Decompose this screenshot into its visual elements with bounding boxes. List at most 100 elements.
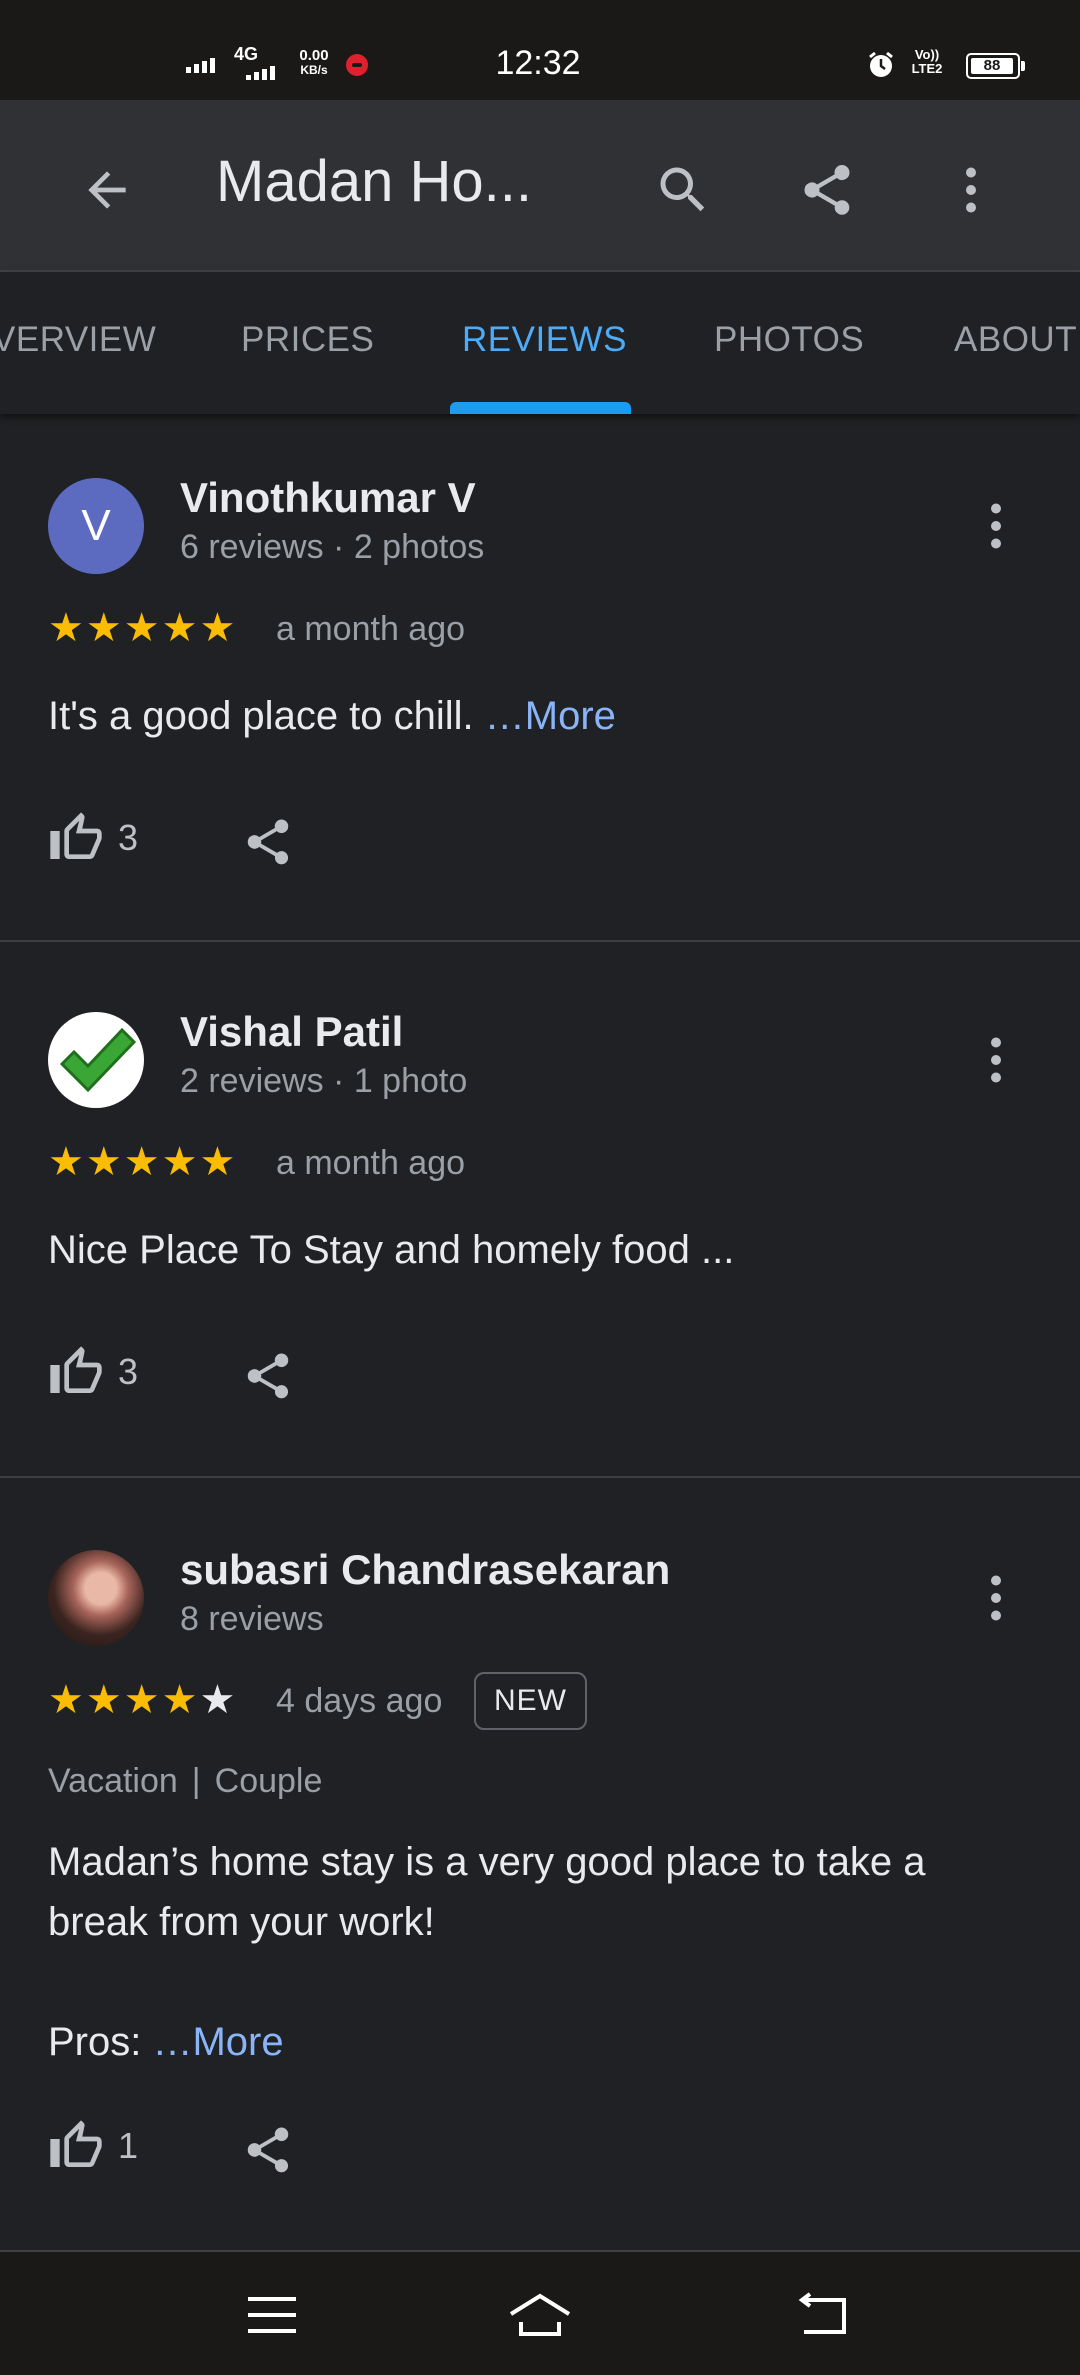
reviewer-meta: 8 reviews — [180, 1600, 324, 1638]
recents-button[interactable] — [232, 2280, 312, 2350]
star-icon: ★ — [48, 606, 84, 650]
trip-separator: | — [191, 1762, 201, 1800]
like-count: 3 — [118, 1351, 139, 1392]
share-icon — [247, 2127, 289, 2173]
menu-icon — [248, 2297, 296, 2333]
star-icon: ★ — [123, 606, 160, 650]
read-more-link[interactable]: …More — [485, 694, 616, 738]
volte-line1: Vo)) — [914, 47, 940, 62]
back-button[interactable] — [62, 145, 152, 235]
review-card: Vishal Patil 2 reviews · 1 photo ★ ★ ★ ★… — [0, 942, 1080, 1478]
thumbs-up-icon — [50, 812, 102, 859]
star-icon: ★ — [48, 1140, 84, 1184]
tab-bar: VERVIEW PRICES REVIEWS PHOTOS ABOUT — [0, 270, 1080, 414]
volte-indicator: Vo)) LTE2 — [906, 48, 948, 76]
search-icon — [660, 167, 705, 212]
back-icon — [798, 2292, 846, 2334]
network-type-label: 4G — [234, 44, 259, 64]
system-nav-bar — [0, 2250, 1080, 2375]
star-icon: ★ — [199, 606, 236, 650]
review-date: 4 days ago — [276, 1682, 443, 1720]
star-rating: ★ ★ ★ ★ ★ — [48, 1142, 235, 1182]
page-title: Madan Ho... — [216, 149, 532, 214]
thumbs-up-icon — [50, 1346, 102, 1393]
review-date: a month ago — [276, 610, 466, 648]
home-icon — [509, 2293, 571, 2336]
star-empty-icon: ★ — [199, 1678, 236, 1722]
share-button[interactable] — [782, 145, 872, 235]
avatar-letter: V — [81, 501, 111, 550]
mobile-data-icon: 4G — [232, 44, 282, 84]
share-review-button[interactable] — [238, 1346, 298, 1406]
more-options-button[interactable] — [926, 145, 1016, 235]
review-card: subasri Chandrasekaran 8 reviews ★ ★ ★ ★… — [0, 1478, 1080, 2250]
review-more-options-button[interactable] — [966, 1020, 1026, 1100]
reviewer-name[interactable]: Vinothkumar V — [180, 474, 476, 522]
tab-reviews[interactable]: REVIEWS — [462, 320, 627, 360]
tab-overview[interactable]: VERVIEW — [0, 320, 156, 360]
star-icon: ★ — [123, 1140, 160, 1184]
home-button[interactable] — [500, 2280, 580, 2350]
review-text-paragraph: Pros: …More — [48, 2012, 1008, 2072]
trip-company: Couple — [214, 1762, 323, 1800]
reviewer-meta: 6 reviews · 2 photos — [180, 528, 485, 566]
more-vert-icon — [966, 167, 976, 213]
read-more-link[interactable]: …More — [152, 2020, 283, 2064]
review-text: It's a good place to chill. …More — [48, 686, 1008, 746]
review-text: Madan’s home stay is a very good place t… — [48, 1832, 1008, 2072]
review-card: V Vinothkumar V 6 reviews · 2 photos ★ ★… — [0, 414, 1080, 942]
network-speed-unit: KB/s — [300, 63, 328, 77]
reviewer-meta: 2 reviews · 1 photo — [180, 1062, 468, 1100]
notification-icon — [346, 54, 368, 76]
like-button[interactable]: 3 — [48, 1344, 138, 1400]
more-vert-icon — [991, 503, 1001, 549]
reviewer-name[interactable]: subasri Chandrasekaran — [180, 1546, 670, 1594]
star-rating: ★ ★ ★ ★ ★ — [48, 608, 235, 648]
tab-photos[interactable]: PHOTOS — [714, 320, 864, 360]
share-icon — [804, 165, 850, 215]
star-icon: ★ — [85, 1140, 122, 1184]
arrow-left-icon — [88, 171, 126, 209]
star-icon: ★ — [48, 1678, 84, 1722]
reviewer-name[interactable]: Vishal Patil — [180, 1008, 403, 1056]
star-icon: ★ — [123, 1678, 160, 1722]
new-badge: NEW — [474, 1672, 587, 1730]
avatar[interactable]: V — [48, 478, 144, 574]
star-icon: ★ — [199, 1140, 236, 1184]
trip-type: Vacation — [48, 1762, 178, 1800]
avatar[interactable] — [48, 1012, 144, 1108]
like-button[interactable]: 1 — [48, 2118, 138, 2174]
share-review-button[interactable] — [238, 2120, 298, 2180]
star-rating: ★ ★ ★ ★ ★ — [48, 1680, 235, 1720]
tab-about[interactable]: ABOUT — [954, 320, 1077, 360]
star-icon: ★ — [161, 1140, 198, 1184]
back-nav-button[interactable] — [784, 2280, 864, 2350]
clock: 12:32 — [495, 44, 581, 82]
review-text-content: Pros: — [48, 2020, 153, 2064]
search-button[interactable] — [638, 145, 728, 235]
battery-level: 88 — [971, 58, 1013, 74]
star-icon: ★ — [161, 1678, 198, 1722]
signal-strength-icon — [186, 58, 215, 73]
review-more-options-button[interactable] — [966, 486, 1026, 566]
share-icon — [247, 1353, 289, 1399]
more-vert-icon — [991, 1037, 1001, 1083]
network-speed-value: 0.00 — [299, 47, 329, 64]
avatar[interactable] — [48, 1550, 144, 1646]
review-more-options-button[interactable] — [966, 1558, 1026, 1638]
page: 4G 0.00 KB/s 12:32 Vo)) LTE2 88 Madan Ho… — [0, 0, 1080, 2375]
status-bar: 4G 0.00 KB/s 12:32 Vo)) LTE2 88 — [0, 0, 1080, 100]
alarm-icon — [866, 50, 896, 80]
star-icon: ★ — [85, 1678, 122, 1722]
thumbs-up-icon — [50, 2120, 102, 2167]
review-text-content: It's a good place to chill. — [48, 694, 485, 738]
more-vert-icon — [991, 1575, 1001, 1621]
network-speed: 0.00 KB/s — [294, 48, 334, 78]
like-button[interactable]: 3 — [48, 810, 138, 866]
tab-prices[interactable]: PRICES — [241, 320, 374, 360]
trip-context: Vacation | Couple — [48, 1762, 322, 1801]
star-icon: ★ — [85, 606, 122, 650]
app-bar: Madan Ho... — [0, 100, 1080, 270]
like-count: 1 — [118, 2125, 139, 2166]
share-review-button[interactable] — [238, 812, 298, 872]
